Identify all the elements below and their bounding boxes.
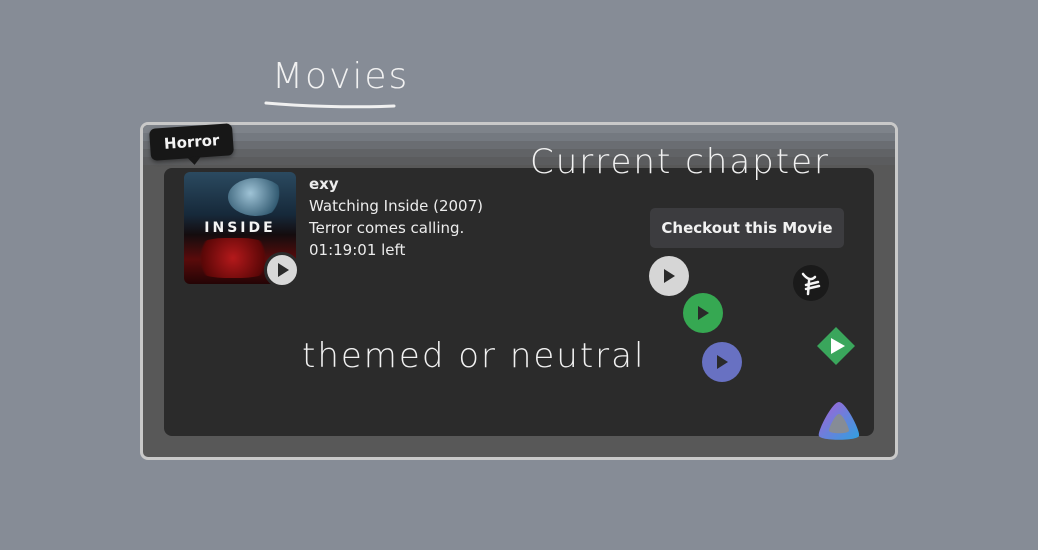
neutral-play-button[interactable]: [649, 256, 689, 296]
play-icon: [698, 306, 709, 320]
checkout-movie-button[interactable]: Checkout this Movie: [650, 208, 844, 248]
tagline: Terror comes calling.: [309, 219, 465, 237]
username: exy: [309, 175, 339, 193]
green-play-button[interactable]: [683, 293, 723, 333]
play-icon: [278, 263, 289, 277]
activity-info: exy Watching Inside (2007) Terror comes …: [309, 173, 483, 261]
purple-play-button[interactable]: [702, 342, 742, 382]
play-icon: [717, 355, 728, 369]
green-diamond-play-icon: [816, 326, 856, 366]
jellyfin-icon: [816, 400, 862, 442]
poster-title: INSIDE: [204, 220, 276, 236]
time-left: 01:19:01 left: [309, 241, 406, 259]
current-chapter-annotation: Current chapter: [530, 142, 830, 182]
plex-icon: [793, 265, 829, 301]
watching-text: Watching Inside (2007): [309, 197, 483, 215]
small-play-button[interactable]: [264, 252, 300, 288]
themed-or-neutral-annotation: themed or neutral: [302, 336, 646, 376]
genre-tag: Horror: [148, 123, 235, 161]
play-icon: [664, 269, 675, 283]
